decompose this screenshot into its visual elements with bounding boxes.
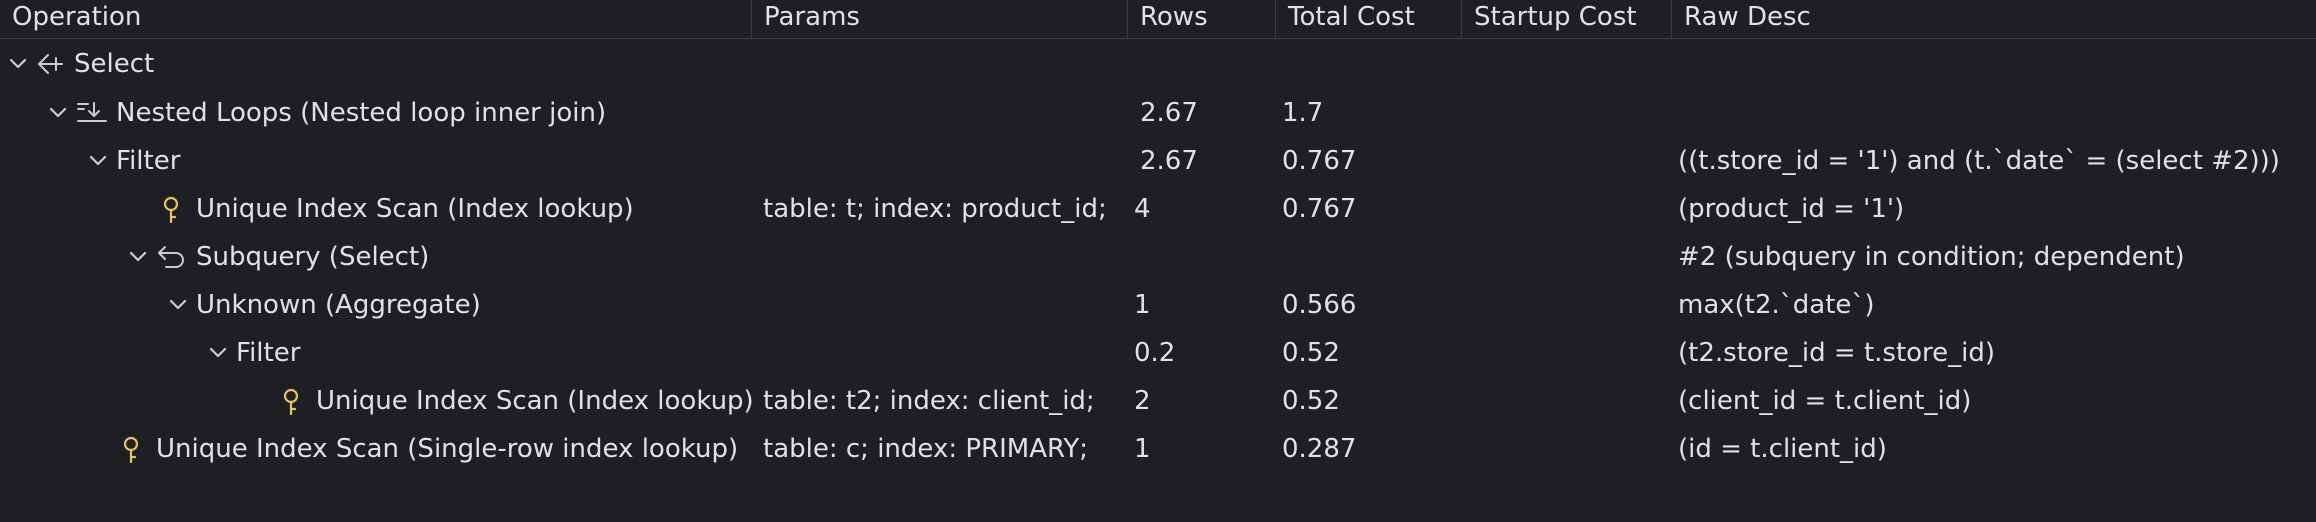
- nested-loops-icon: [76, 89, 110, 137]
- column-header-operation[interactable]: Operation: [0, 0, 752, 38]
- chevron-down-icon[interactable]: [86, 137, 110, 185]
- rows-value: 0.2: [1134, 338, 1176, 368]
- total-cost-value: 0.767: [1282, 146, 1357, 176]
- column-header-total-cost[interactable]: Total Cost: [1276, 0, 1462, 38]
- rows-value: 2: [1134, 386, 1151, 416]
- table-row[interactable]: Unknown (Aggregate) 1 0.566 max(t2.`date…: [0, 281, 2316, 329]
- operation-label: Unique Index Scan (Index lookup): [316, 386, 754, 416]
- table-row[interactable]: Unique Index Scan (Single-row index look…: [0, 425, 2316, 473]
- query-plan-table: Operation Params Rows Total Cost Startup…: [0, 0, 2316, 522]
- total-cost-value: 1.7: [1282, 98, 1324, 128]
- operation-label: Filter: [116, 146, 181, 176]
- table-row[interactable]: Select: [0, 40, 2316, 88]
- column-header-params[interactable]: Params: [752, 0, 1128, 38]
- select-arrow-icon: [36, 40, 70, 88]
- total-cost-value: 0.287: [1282, 434, 1357, 464]
- operation-label: Subquery (Select): [196, 242, 430, 272]
- raw-desc-value: (id = t.client_id): [1678, 434, 1887, 464]
- total-cost-value: 0.52: [1282, 338, 1340, 368]
- raw-desc-value: ((t.store_id = '1') and (t.`date` = (sel…: [1678, 146, 2280, 176]
- operation-label: Select: [74, 49, 155, 79]
- params-value: table: c; index: PRIMARY;: [763, 434, 1089, 464]
- total-cost-value: 0.767: [1282, 194, 1357, 224]
- operation-label: Unique Index Scan (Single-row index look…: [156, 434, 739, 464]
- chevron-down-icon[interactable]: [126, 233, 150, 281]
- table-row[interactable]: Filter 2.67 0.767 ((t.store_id = '1') an…: [0, 137, 2316, 185]
- column-header-startup-cost[interactable]: Startup Cost: [1462, 0, 1672, 38]
- column-header-rows[interactable]: Rows: [1128, 0, 1276, 38]
- operation-label: Unknown (Aggregate): [196, 290, 481, 320]
- raw-desc-value: (product_id = '1'): [1678, 194, 1905, 224]
- total-cost-value: 0.566: [1282, 290, 1357, 320]
- rows-value: 2.67: [1140, 146, 1198, 176]
- rows-value: 2.67: [1140, 98, 1198, 128]
- rows-value: 4: [1134, 194, 1151, 224]
- operation-label: Filter: [236, 338, 301, 368]
- table-row[interactable]: Filter 0.2 0.52 (t2.store_id = t.store_i…: [0, 329, 2316, 377]
- raw-desc-value: #2 (subquery in condition; dependent): [1678, 242, 2185, 272]
- operation-label: Unique Index Scan (Index lookup): [196, 194, 634, 224]
- rows-value: 1: [1134, 434, 1151, 464]
- subquery-icon: [156, 233, 190, 281]
- table-row[interactable]: Subquery (Select) #2 (subquery in condit…: [0, 233, 2316, 281]
- raw-desc-value: (client_id = t.client_id): [1678, 386, 1972, 416]
- raw-desc-value: (t2.store_id = t.store_id): [1678, 338, 1996, 368]
- key-icon: [280, 377, 314, 425]
- total-cost-value: 0.52: [1282, 386, 1340, 416]
- raw-desc-value: max(t2.`date`): [1678, 290, 1875, 320]
- key-icon: [160, 185, 194, 233]
- key-icon: [120, 425, 154, 473]
- chevron-down-icon[interactable]: [6, 40, 30, 88]
- table-row[interactable]: Unique Index Scan (Index lookup) table: …: [0, 377, 2316, 425]
- table-row[interactable]: Unique Index Scan (Index lookup) table: …: [0, 185, 2316, 233]
- column-header-raw-desc[interactable]: Raw Desc: [1672, 0, 2316, 38]
- table-row[interactable]: Nested Loops (Nested loop inner join) 2.…: [0, 89, 2316, 137]
- operation-label: Nested Loops (Nested loop inner join): [116, 98, 607, 128]
- rows-value: 1: [1134, 290, 1151, 320]
- chevron-down-icon[interactable]: [166, 281, 190, 329]
- chevron-down-icon[interactable]: [206, 329, 230, 377]
- params-value: table: t; index: product_id;: [763, 194, 1107, 224]
- table-header: Operation Params Rows Total Cost Startup…: [0, 0, 2316, 39]
- chevron-down-icon[interactable]: [46, 89, 70, 137]
- params-value: table: t2; index: client_id;: [763, 386, 1095, 416]
